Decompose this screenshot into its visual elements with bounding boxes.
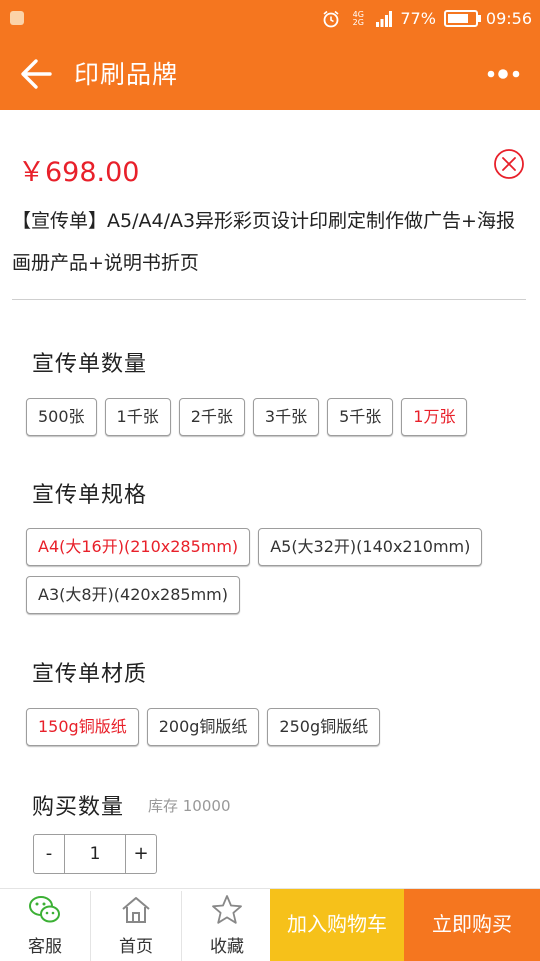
status-bar: 4G 2G 77% 09:56: [0, 0, 540, 38]
add-to-cart-button[interactable]: 加入购物车: [270, 889, 404, 961]
purchase-quantity-title: 购买数量: [32, 795, 125, 820]
notification-icon: [10, 11, 24, 25]
bottom-action-bar: 客服 首页 收藏 加入购物车 立即购买: [0, 888, 540, 961]
clock: 09:56: [485, 9, 532, 28]
quantity-option[interactable]: 1万张: [401, 398, 468, 436]
close-circle-icon[interactable]: [493, 148, 525, 180]
stock-label: 库存 10000: [148, 797, 231, 815]
material-section-title: 宣传单材质: [32, 662, 148, 687]
app-header: 印刷品牌: [0, 38, 540, 110]
quantity-option[interactable]: 1千张: [104, 398, 171, 436]
size-option[interactable]: A4(大16开)(210x285mm): [26, 528, 251, 566]
quantity-option[interactable]: 3千张: [252, 398, 320, 436]
material-options: 150g铜版纸 200g铜版纸 250g铜版纸: [26, 708, 516, 746]
page-title: 印刷品牌: [74, 60, 179, 89]
divider: [12, 299, 526, 300]
size-option[interactable]: A5(大32开)(140x210mm): [258, 528, 483, 566]
home-button[interactable]: 首页: [91, 889, 181, 961]
quantity-stepper: - 1 +: [33, 834, 157, 874]
arrow-left-icon[interactable]: [20, 56, 54, 92]
more-dots-icon[interactable]: [486, 62, 522, 86]
star-icon: [212, 895, 242, 924]
size-options: A4(大16开)(210x285mm) A5(大32开)(140x210mm) A3…: [26, 528, 516, 614]
favorite-label: 收藏: [210, 937, 244, 957]
decrease-button[interactable]: -: [34, 835, 64, 873]
customer-service-button[interactable]: 客服: [0, 889, 90, 961]
quantity-input[interactable]: 1: [64, 835, 126, 873]
quantity-option[interactable]: 500张: [26, 398, 97, 436]
network-indicator: 4G 2G: [352, 9, 364, 27]
alarm-icon: [323, 10, 339, 27]
home-icon: [122, 897, 150, 923]
quantity-options: 500张 1千张 2千张 3千张 5千张 1万张: [26, 398, 516, 436]
product-price: ￥698.00: [18, 157, 140, 188]
material-option[interactable]: 250g铜版纸: [267, 708, 381, 746]
quantity-option[interactable]: 2千张: [178, 398, 245, 436]
increase-button[interactable]: +: [126, 835, 156, 873]
home-label: 首页: [119, 937, 153, 957]
product-title: 【宣传单】A5/A4/A3异形彩页设计印刷定制作做广告+海报画册产品+说明书折页: [12, 210, 515, 274]
favorite-button[interactable]: 收藏: [182, 889, 272, 961]
battery-icon: [443, 10, 481, 27]
quantity-section-title: 宣传单数量: [32, 352, 148, 377]
signal-icon: [376, 10, 393, 27]
customer-service-label: 客服: [28, 937, 62, 957]
size-option[interactable]: A3(大8开)(420x285mm): [26, 576, 240, 614]
wechat-icon: [29, 896, 60, 923]
quantity-option[interactable]: 5千张: [327, 398, 394, 436]
buy-now-button[interactable]: 立即购买: [404, 889, 540, 961]
material-option[interactable]: 150g铜版纸: [26, 708, 139, 746]
material-option[interactable]: 200g铜版纸: [146, 708, 260, 746]
size-section-title: 宣传单规格: [32, 483, 148, 508]
battery-percent: 77%: [400, 9, 436, 28]
